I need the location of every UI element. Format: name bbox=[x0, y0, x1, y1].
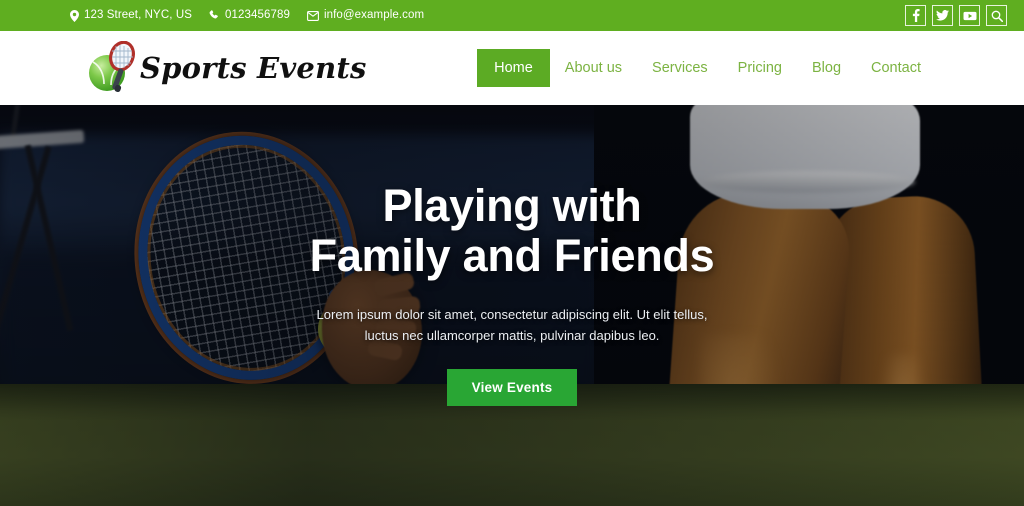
top-contact-bar: 123 Street, NYC, US 0123456789 info@exam… bbox=[0, 0, 1024, 31]
facebook-icon[interactable] bbox=[905, 5, 926, 26]
hero-content: Playing with Family and Friends Lorem ip… bbox=[0, 105, 1024, 506]
nav-item-contact[interactable]: Contact bbox=[856, 50, 936, 87]
nav-item-pricing[interactable]: Pricing bbox=[723, 50, 797, 87]
contact-phone-text: 0123456789 bbox=[225, 8, 290, 21]
nav-item-home[interactable]: Home bbox=[477, 48, 550, 88]
envelope-icon bbox=[307, 10, 319, 21]
nav-item-services[interactable]: Services bbox=[637, 50, 723, 87]
contact-info-group: 123 Street, NYC, US 0123456789 info@exam… bbox=[0, 8, 425, 22]
logo[interactable]: Sports Events bbox=[86, 39, 366, 97]
page-root: 123 Street, NYC, US 0123456789 info@exam… bbox=[0, 0, 1024, 506]
social-links-group bbox=[905, 0, 1007, 31]
hero-subtitle: Lorem ipsum dolor sit amet, consectetur … bbox=[316, 306, 708, 344]
twitter-icon[interactable] bbox=[932, 5, 953, 26]
contact-address: 123 Street, NYC, US bbox=[70, 8, 192, 22]
contact-email: info@example.com bbox=[307, 8, 425, 22]
hero-title: Playing with Family and Friends bbox=[309, 180, 715, 282]
contact-phone: 0123456789 bbox=[209, 8, 290, 22]
nav-item-about-us[interactable]: About us bbox=[550, 50, 637, 87]
nav-item-blog[interactable]: Blog bbox=[797, 50, 856, 87]
main-navigation: Home About us Services Pricing Blog Cont… bbox=[477, 31, 936, 105]
view-events-button[interactable]: View Events bbox=[446, 368, 578, 406]
location-pin-icon bbox=[70, 9, 79, 22]
hero-title-line-2: Family and Friends bbox=[309, 230, 715, 282]
contact-address-text: 123 Street, NYC, US bbox=[84, 8, 192, 21]
contact-email-text: info@example.com bbox=[323, 8, 425, 21]
logo-text: Sports Events bbox=[140, 51, 367, 85]
tennis-ball-racket-icon bbox=[86, 40, 142, 95]
search-icon[interactable] bbox=[986, 5, 1007, 26]
hero-title-line-1: Playing with bbox=[382, 180, 642, 231]
phone-icon bbox=[209, 10, 220, 21]
youtube-icon[interactable] bbox=[959, 5, 980, 26]
site-header: Sports Events Home About us Services Pri… bbox=[0, 31, 1024, 105]
hero-section: Playing with Family and Friends Lorem ip… bbox=[0, 105, 1024, 506]
